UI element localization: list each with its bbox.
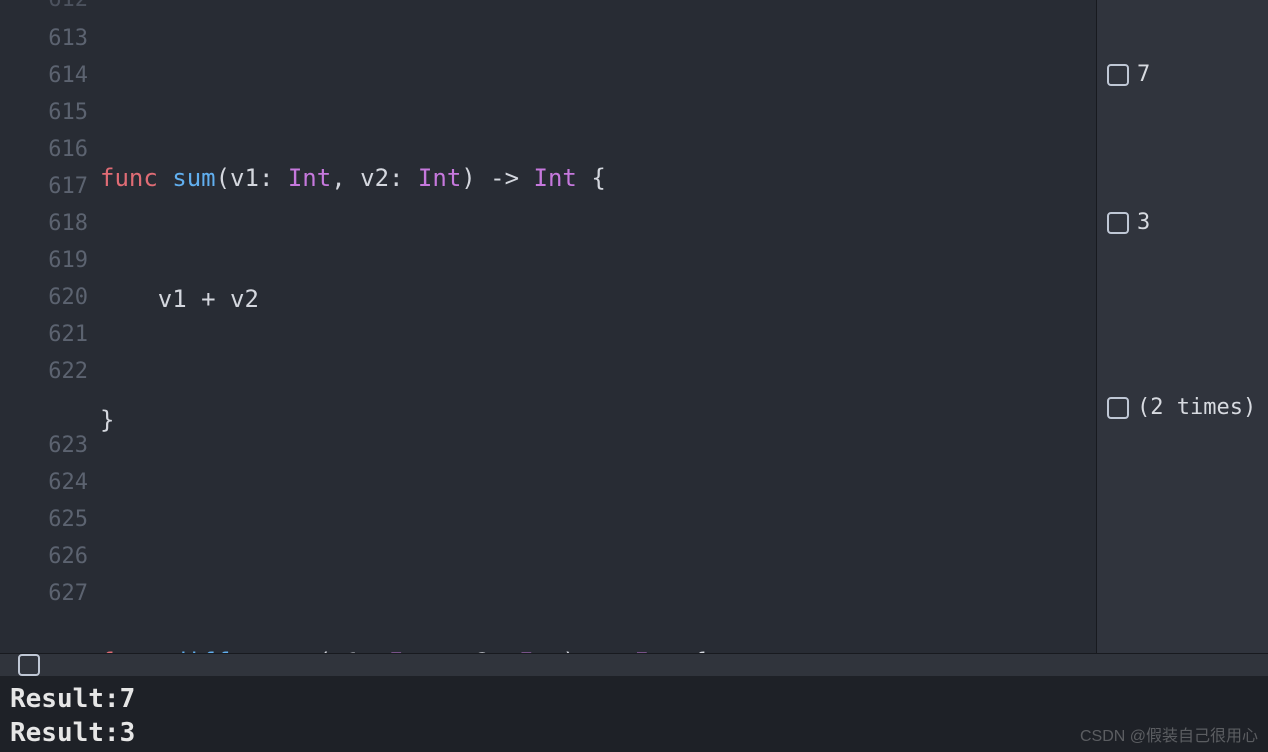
code-line: func sum(v1: Int, v2: Int) -> Int { [100,160,1096,197]
line-number: 620 [0,279,88,316]
line-number: 618 [0,205,88,242]
line-number: 613 [0,20,88,57]
line-number: 615 [0,94,88,131]
line-number: 623 [0,427,88,464]
quicklook-icon[interactable] [1107,397,1129,419]
result-value: 7 [1137,62,1150,87]
code-line [100,523,1096,560]
line-number-gutter: 612 613 614 615 616 617 618 619 620 621 … [0,0,100,653]
result-item[interactable]: 3 [1107,204,1150,241]
line-number: 627 [0,575,88,612]
code-line: func difference(v1: Int, v2: Int) -> Int… [100,644,1096,653]
line-number: 622 [0,353,88,427]
code-text-area[interactable]: func sum(v1: Int, v2: Int) -> Int { v1 +… [100,0,1096,653]
line-number: 626 [0,538,88,575]
editor-area: 612 613 614 615 616 617 618 619 620 621 … [0,0,1268,653]
console-toolbar [0,653,1268,676]
line-number: 624 [0,464,88,501]
result-item[interactable]: (2 times) [1107,389,1256,426]
line-number: 621 [0,316,88,353]
result-value: 3 [1137,210,1150,235]
quicklook-icon[interactable] [1107,64,1129,86]
result-value: (2 times) [1137,395,1256,420]
line-number: 619 [0,242,88,279]
line-number: 625 [0,501,88,538]
code-line: v1 + v2 [100,281,1096,318]
code-pane: 612 613 614 615 616 617 618 619 620 621 … [0,0,1096,653]
line-number: 614 [0,57,88,94]
code-line: } [100,402,1096,439]
toggle-console-icon[interactable] [18,654,40,676]
watermark: CSDN @假装自己很用心 [1080,722,1258,746]
quicklook-icon[interactable] [1107,212,1129,234]
console-output[interactable]: Result:7 Result:3 [0,676,1268,752]
line-number: 616 [0,131,88,168]
console-line: Result:7 [10,682,1258,716]
line-number: 617 [0,168,88,205]
result-item[interactable]: 7 [1107,56,1150,93]
results-sidebar: 7 3 (2 times) [1096,0,1268,653]
line-number: 612 [0,0,88,20]
console-line: Result:3 [10,716,1258,750]
